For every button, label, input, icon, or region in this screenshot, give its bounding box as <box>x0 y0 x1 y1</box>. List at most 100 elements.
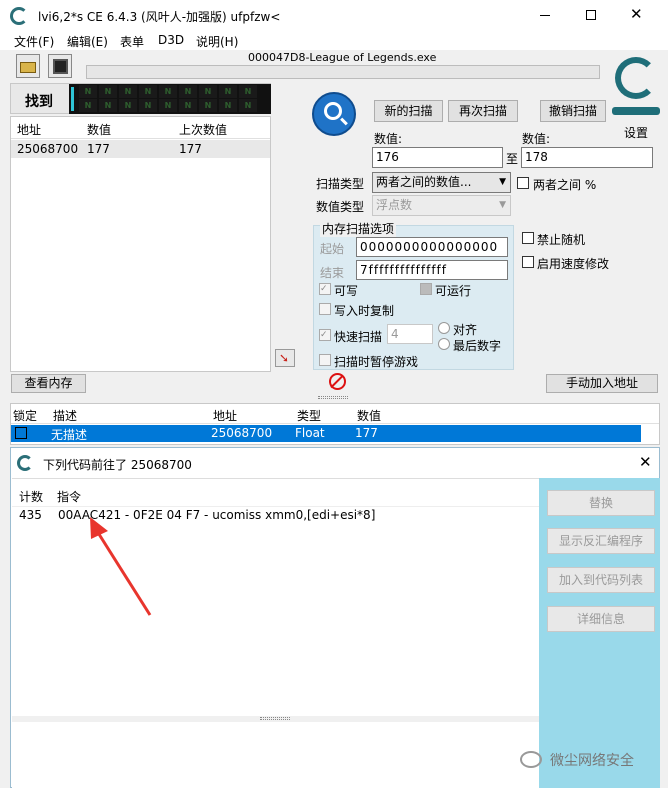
start-address-input[interactable]: 0000000000000000 <box>356 237 508 257</box>
col-type[interactable]: 类型 <box>297 407 321 424</box>
speedhack-label: 启用速度修改 <box>537 257 610 271</box>
add-to-list-button[interactable]: ➘ <box>275 349 295 367</box>
instruction-row-count: 435 <box>19 508 42 522</box>
address-row-type: Float <box>295 426 325 440</box>
address-row[interactable]: 无描述 25068700 Float 177 <box>11 425 641 442</box>
writable-checkbox[interactable]: ✓ <box>319 283 331 295</box>
last-digits-radio[interactable] <box>438 338 450 350</box>
dialog-details <box>12 722 539 788</box>
new-scan-button[interactable]: 新的扫描 <box>374 100 443 122</box>
fast-scan-checkbox[interactable]: ✓ <box>319 329 331 341</box>
app-icon <box>10 7 28 25</box>
address-row-address: 25068700 <box>211 426 273 440</box>
cursor-marker <box>71 87 74 111</box>
value-type-label: 数值类型 <box>316 200 365 214</box>
col-value[interactable]: 数值 <box>87 121 111 138</box>
value-type-select[interactable]: 浮点数 ▼ <box>372 195 511 216</box>
close-icon[interactable]: ✕ <box>630 5 643 23</box>
stop-icon[interactable] <box>329 373 346 390</box>
stop-icon-bar <box>330 374 344 389</box>
digit-cell: N <box>219 85 237 98</box>
scan-type-select[interactable]: 两者之间的数值... ▼ <box>372 172 511 193</box>
address-list[interactable]: 锁定 描述 地址 类型 数值 无描述 25068700 Float 177 <box>10 403 660 445</box>
address-row-value: 177 <box>355 426 378 440</box>
digit-cell: N <box>199 85 217 98</box>
maximize-icon[interactable] <box>586 10 596 20</box>
digit-cell: N <box>159 99 177 112</box>
view-memory-button[interactable]: 查看内存 <box>11 374 86 393</box>
floppy-icon <box>53 59 68 74</box>
value-type-value: 浮点数 <box>376 198 413 212</box>
no-random-checkbox[interactable] <box>522 232 534 244</box>
value-input-min[interactable]: 176 <box>372 147 503 168</box>
save-button[interactable] <box>48 54 72 78</box>
splitter[interactable] <box>0 395 668 401</box>
digit-cell: N <box>139 99 157 112</box>
align-radio[interactable] <box>438 322 450 334</box>
pause-game-label: 扫描时暂停游戏 <box>334 355 419 369</box>
column-divider <box>12 506 539 507</box>
found-row-prev: 177 <box>179 142 202 156</box>
col-value[interactable]: 数值 <box>357 407 381 424</box>
scan-type-value: 两者之间的数值... <box>376 175 472 189</box>
between-percent-label: 两者之间 % <box>533 178 597 192</box>
value-label-2: 数值: <box>522 132 551 146</box>
digit-cell: N <box>139 85 157 98</box>
digit-cell: N <box>179 99 197 112</box>
digit-cell: N <box>79 99 97 112</box>
fast-scan-input[interactable]: 4 <box>387 324 433 344</box>
menu-edit[interactable]: 编辑(E) <box>67 33 108 50</box>
fast-scan-label: 快速扫描 <box>334 330 383 344</box>
found-row[interactable]: 25068700 177 177 <box>11 140 270 158</box>
col-address[interactable]: 地址 <box>213 407 237 424</box>
menu-help[interactable]: 说明(H) <box>196 33 238 50</box>
next-scan-button[interactable]: 再次扫描 <box>448 100 518 122</box>
settings-label[interactable]: 设置 <box>624 124 648 141</box>
magnifier-button[interactable] <box>312 92 356 136</box>
menu-table[interactable]: 表单 <box>120 33 144 50</box>
minimize-icon[interactable] <box>540 15 550 16</box>
stop-address-input[interactable]: 7fffffffffffffff <box>356 260 508 280</box>
dialog-close-icon[interactable]: ✕ <box>639 453 652 471</box>
last-digits-label: 最后数字 <box>453 339 502 353</box>
col-count[interactable]: 计数 <box>19 488 43 505</box>
more-info-button[interactable]: 详细信息 <box>547 606 655 632</box>
digit-cell: N <box>99 85 117 98</box>
pause-game-checkbox[interactable] <box>319 354 331 366</box>
memory-options-title: 内存扫描选项 <box>320 220 397 237</box>
speedhack-checkbox[interactable] <box>522 256 534 268</box>
found-list[interactable]: 地址 数值 上次数值 25068700 177 177 <box>10 116 271 372</box>
watermark-text: 微尘网络安全 <box>550 753 634 769</box>
dialog-titlebar: 下列代码前往了 25068700 ✕ <box>11 448 659 478</box>
col-prev-value[interactable]: 上次数值 <box>179 121 227 138</box>
found-header: 找到 N N N N N N N N N N N N N N N N N N <box>10 83 271 114</box>
digit-cell: N <box>79 85 97 98</box>
add-address-button[interactable]: 手动加入地址 <box>546 374 658 393</box>
found-count-display: N N N N N N N N N N N N N N N N N N <box>69 84 271 114</box>
col-description[interactable]: 描述 <box>53 407 77 424</box>
show-disassembler-button[interactable]: 显示反汇编程序 <box>547 528 655 554</box>
digit-cell: N <box>199 99 217 112</box>
chevron-down-icon: ▼ <box>499 200 506 210</box>
digit-cell: N <box>159 85 177 98</box>
ce-logo[interactable] <box>610 55 662 121</box>
add-to-codelist-button[interactable]: 加入到代码列表 <box>547 567 655 593</box>
red-arrow-icon: ➘ <box>279 351 290 365</box>
ce-logo-banner <box>612 107 660 115</box>
col-address[interactable]: 地址 <box>17 121 41 138</box>
lock-checkbox[interactable] <box>15 427 27 439</box>
replace-button[interactable]: 替换 <box>547 490 655 516</box>
undo-scan-button[interactable]: 撤销扫描 <box>540 100 606 122</box>
open-process-button[interactable] <box>16 54 40 78</box>
wechat-icon <box>520 751 542 768</box>
col-instruction[interactable]: 指令 <box>57 488 81 505</box>
scan-type-label: 扫描类型 <box>316 177 365 191</box>
executable-checkbox[interactable] <box>420 283 432 295</box>
address-list-header: 锁定 描述 地址 类型 数值 <box>11 404 659 424</box>
col-lock[interactable]: 锁定 <box>13 407 37 424</box>
menu-file[interactable]: 文件(F) <box>14 33 54 50</box>
between-percent-checkbox[interactable] <box>517 177 529 189</box>
menu-d3d[interactable]: D3D <box>158 33 184 47</box>
copy-on-write-checkbox[interactable] <box>319 303 331 315</box>
value-input-max[interactable]: 178 <box>521 147 653 168</box>
